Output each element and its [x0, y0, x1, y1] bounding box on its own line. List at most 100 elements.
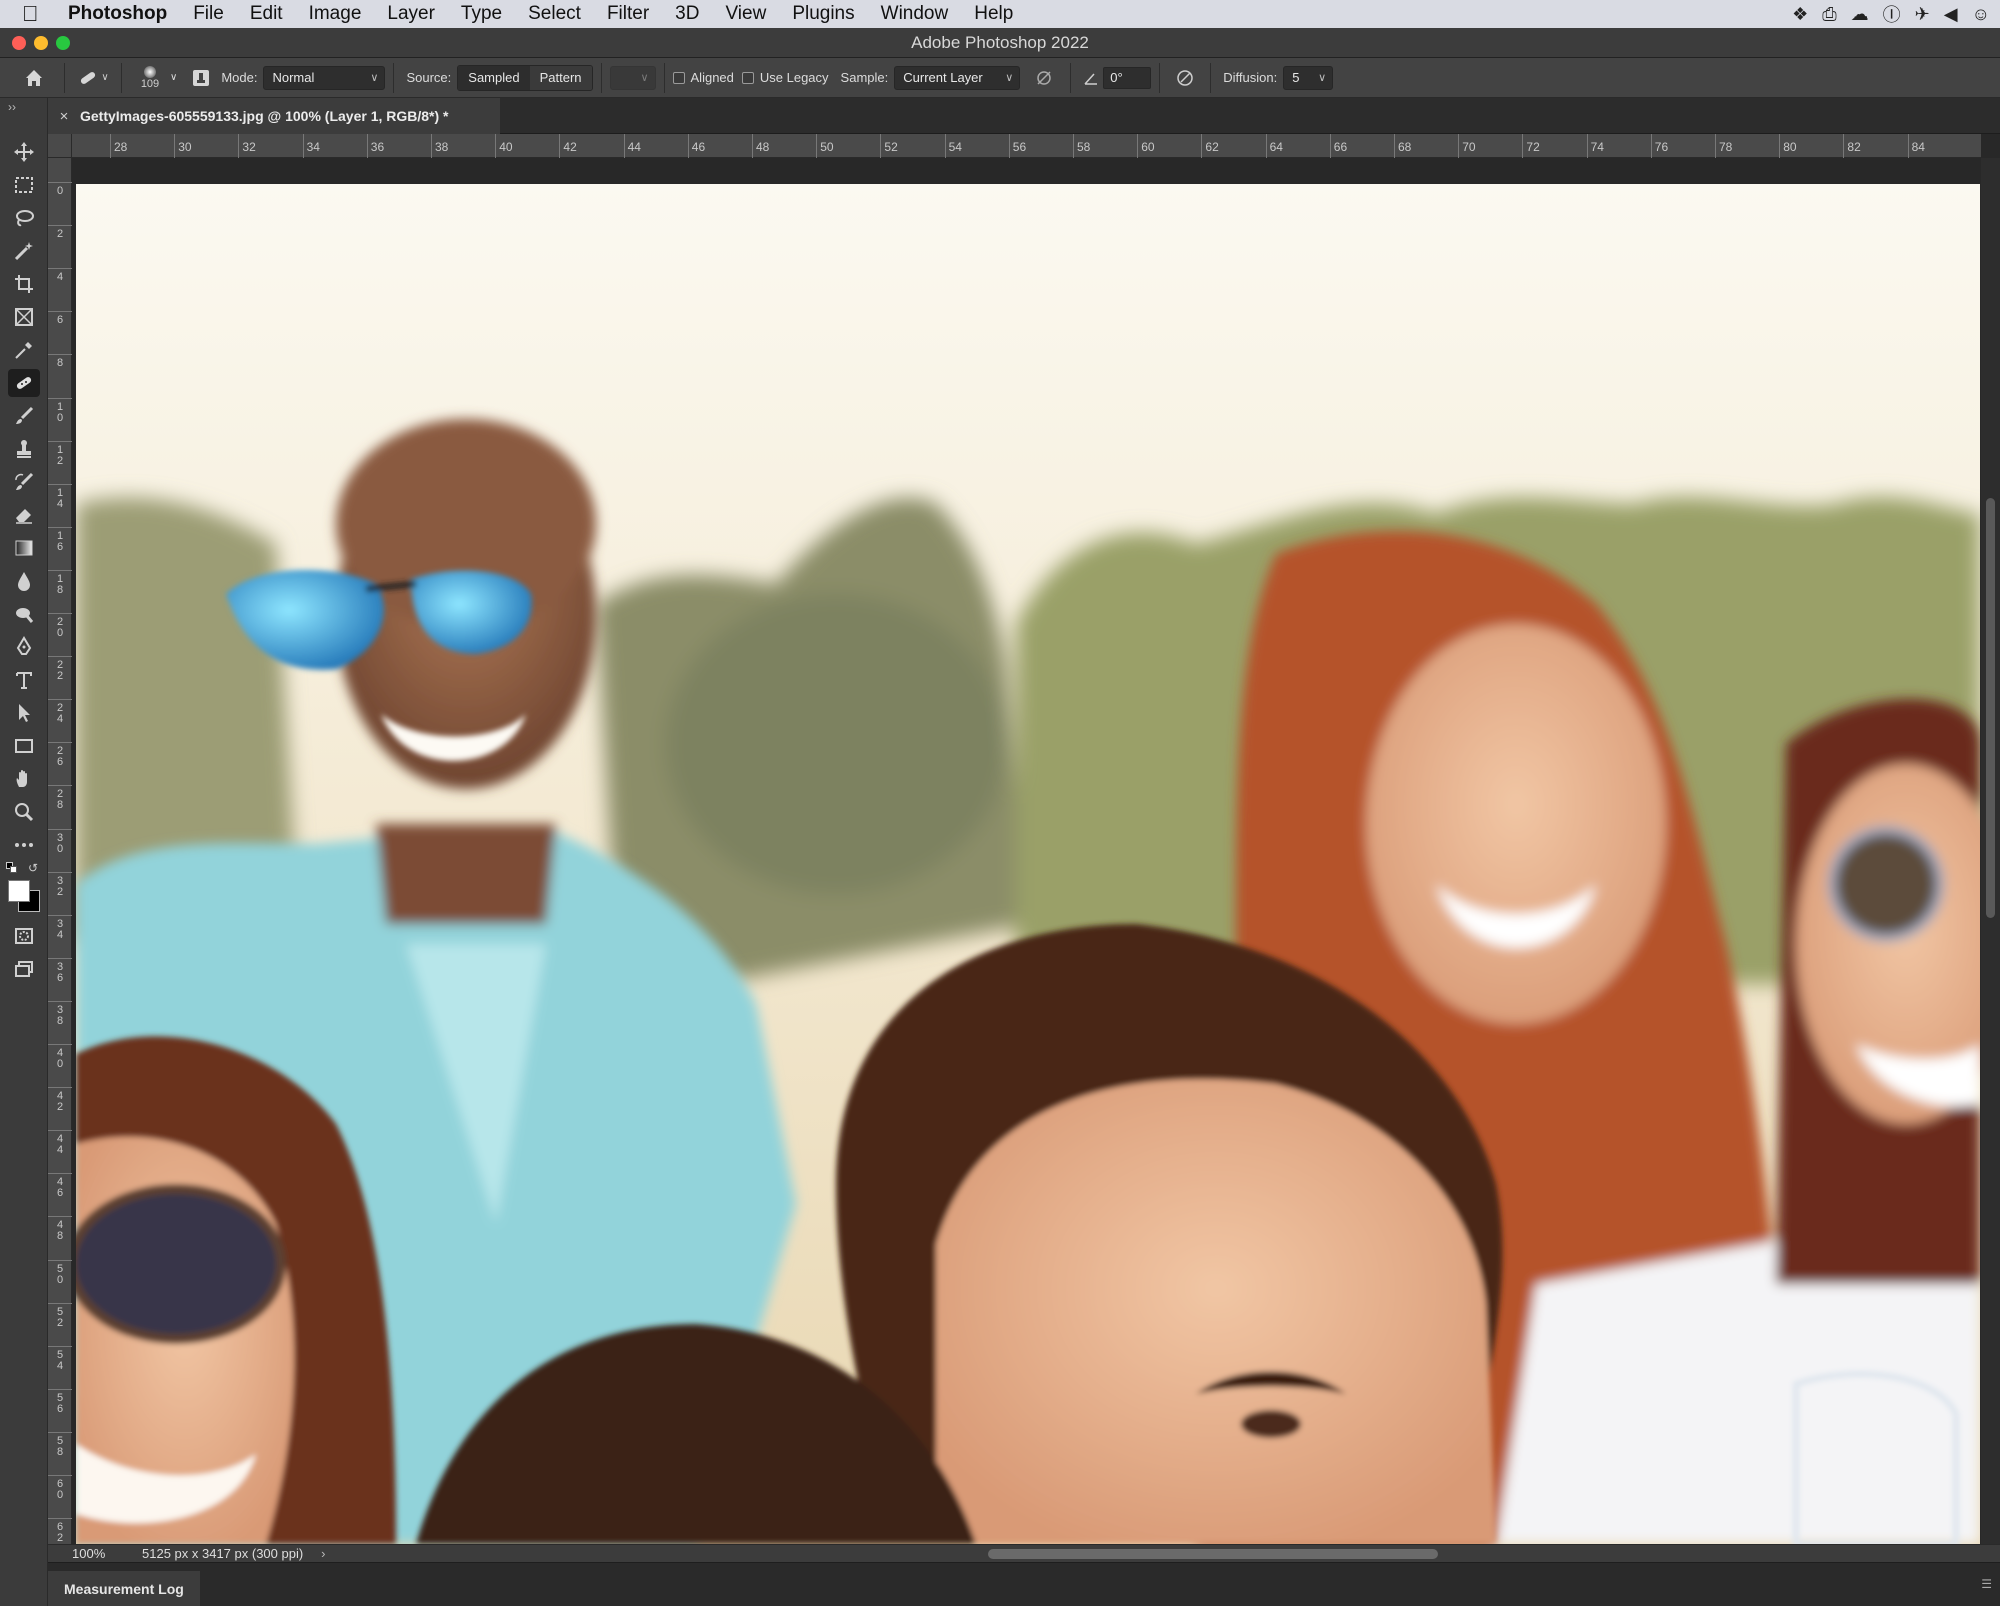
rectangle-tool-icon[interactable] — [8, 732, 40, 760]
ruler-tick-label: 52 — [48, 1302, 72, 1329]
menu-view[interactable]: View — [712, 3, 779, 25]
pressure-size-icon[interactable] — [1168, 68, 1202, 88]
mode-value: Normal — [272, 70, 315, 85]
foreground-color-swatch[interactable] — [8, 880, 30, 902]
ignore-adjustment-layers-icon[interactable] — [1026, 69, 1062, 87]
document-tab[interactable]: × GettyImages-605559133.jpg @ 100% (Laye… — [48, 98, 500, 134]
source-pattern-button[interactable]: Pattern — [529, 65, 592, 90]
use-legacy-label: Use Legacy — [759, 70, 829, 85]
measurement-log-tab[interactable]: Measurement Log — [48, 1571, 200, 1606]
type-tool-icon[interactable] — [8, 666, 40, 694]
ruler-tick-label: 6 — [48, 311, 72, 327]
healing-brush-tool-icon[interactable] — [8, 369, 40, 397]
path-selection-tool-icon[interactable] — [8, 699, 40, 727]
vertical-ruler[interactable]: 0 2 4 6 8 10 12 14 16 18 20 22 24 26 28 30 32 34 36 38 40 42 4… — [48, 158, 72, 1544]
ruler-tick-label: 72 — [1522, 134, 1540, 158]
marquee-tool-icon[interactable] — [8, 171, 40, 199]
ruler-tick-label: 50 — [816, 134, 834, 158]
menu-edit[interactable]: Edit — [237, 3, 296, 25]
ruler-tick-label: 10 — [48, 397, 72, 424]
horizontal-ruler[interactable]: 28 30 32 34 36 38 40 42 44 46 48 50 52 54 56 58 60 62 64 66… — [72, 134, 1981, 158]
magic-wand-tool-icon[interactable] — [8, 237, 40, 265]
menu-image[interactable]: Image — [296, 3, 375, 25]
menu-app-photoshop[interactable]: Photoshop — [62, 3, 180, 25]
onepassword-icon[interactable]: Ⓘ — [1883, 1, 1901, 27]
menu-3d[interactable]: 3D — [662, 3, 712, 25]
angle-field[interactable]: 0° — [1103, 66, 1152, 89]
use-legacy-checkbox[interactable]: Use Legacy — [741, 70, 829, 85]
menu-plugins[interactable]: Plugins — [779, 3, 867, 25]
gradient-tool-icon[interactable] — [8, 534, 40, 562]
ruler-tick-label: 50 — [48, 1259, 72, 1286]
zoom-tool-icon[interactable] — [8, 798, 40, 826]
menu-layer[interactable]: Layer — [374, 3, 448, 25]
blur-tool-icon[interactable] — [8, 567, 40, 595]
ruler-tick-label: 48 — [751, 134, 770, 158]
brush-settings-icon[interactable] — [185, 68, 217, 88]
ruler-tick-label: 12 — [48, 440, 72, 467]
source-sampled-button[interactable]: Sampled — [458, 65, 530, 90]
menu-window[interactable]: Window — [868, 3, 962, 25]
frame-tool-icon[interactable] — [8, 303, 40, 331]
sample-dropdown[interactable]: Current Layer ∨ — [894, 65, 1021, 90]
pen-tool-icon[interactable] — [8, 633, 40, 661]
history-brush-tool-icon[interactable] — [8, 468, 40, 496]
menu-file[interactable]: File — [180, 3, 237, 25]
move-tool-icon[interactable] — [8, 138, 40, 166]
eraser-tool-icon[interactable] — [8, 501, 40, 529]
checkbox-box[interactable] — [672, 71, 685, 84]
hand-tool-icon[interactable] — [8, 765, 40, 793]
options-bar: ∨ 109 ∨ Mode: Normal ∨ Source: Sampled P… — [0, 58, 2000, 98]
ruler-tick-label: 32 — [48, 871, 72, 898]
horizontal-scrollbar-thumb[interactable] — [988, 1549, 1438, 1559]
vertical-scrollbar-thumb[interactable] — [1986, 498, 1995, 918]
volume-icon[interactable]: ◀ — [1944, 4, 1958, 25]
menu-select[interactable]: Select — [515, 3, 594, 25]
creative-cloud-icon[interactable]: ☁ — [1851, 4, 1869, 25]
vertical-scrollbar[interactable] — [1981, 158, 2000, 1544]
close-tab-icon[interactable]: × — [48, 108, 80, 125]
separator — [1070, 62, 1072, 93]
ruler-tick-label: 44 — [623, 134, 641, 158]
tools-panel: ›› ↺ — [0, 98, 48, 1606]
eyedropper-tool-icon[interactable] — [8, 336, 40, 364]
dropbox-icon[interactable]: ❖ — [1792, 4, 1808, 25]
printer-icon[interactable]: ⎙ — [1822, 4, 1836, 25]
swap-colors-icon[interactable]: ↺ — [28, 861, 38, 875]
lasso-tool-icon[interactable] — [8, 204, 40, 232]
chevron-down-icon[interactable]: ∨ — [170, 72, 177, 83]
aligned-checkbox[interactable]: Aligned — [672, 70, 734, 85]
default-colors-icon[interactable] — [6, 862, 18, 874]
crop-tool-icon[interactable] — [8, 270, 40, 298]
apple-menu-icon[interactable]:  — [22, 1, 62, 27]
zoom-level-field[interactable]: 100% — [48, 1546, 128, 1561]
collapse-toolbar-icon[interactable]: ›› — [8, 100, 16, 114]
diffusion-dropdown[interactable]: 5 ∨ — [1283, 65, 1334, 90]
menu-type[interactable]: Type — [448, 3, 515, 25]
screen-mode-icon[interactable] — [8, 955, 40, 983]
ruler-origin[interactable] — [48, 134, 72, 158]
pattern-picker[interactable]: ∨ — [609, 65, 656, 90]
dodge-tool-icon[interactable] — [8, 600, 40, 628]
more-tools-icon[interactable] — [8, 831, 40, 859]
menu-filter[interactable]: Filter — [594, 3, 662, 25]
document-image[interactable] — [76, 184, 1980, 1544]
user-icon[interactable]: ☺ — [1972, 4, 1990, 25]
brush-preset-picker[interactable]: 109 — [130, 65, 170, 90]
tool-preset-picker[interactable]: ∨ — [73, 67, 113, 89]
checkbox-box[interactable] — [741, 71, 754, 84]
panel-menu-icon[interactable]: ☰ — [1981, 1577, 1992, 1591]
canvas-area[interactable] — [72, 158, 1981, 1544]
clone-stamp-tool-icon[interactable] — [8, 435, 40, 463]
rocket-icon[interactable]: ✈ — [1915, 4, 1930, 25]
brush-tool-icon[interactable] — [8, 402, 40, 430]
mode-dropdown[interactable]: Normal ∨ — [263, 65, 386, 90]
ruler-tick-label: 66 — [1329, 134, 1348, 158]
home-icon[interactable] — [12, 67, 56, 89]
ruler-tick-label: 40 — [48, 1044, 72, 1070]
ruler-tick-label: 42 — [559, 134, 577, 158]
quick-mask-icon[interactable] — [8, 922, 40, 950]
menu-help[interactable]: Help — [961, 3, 1026, 25]
ruler-tick-label: 38 — [48, 1000, 72, 1027]
status-menu-arrow-icon[interactable]: › — [321, 1546, 325, 1561]
